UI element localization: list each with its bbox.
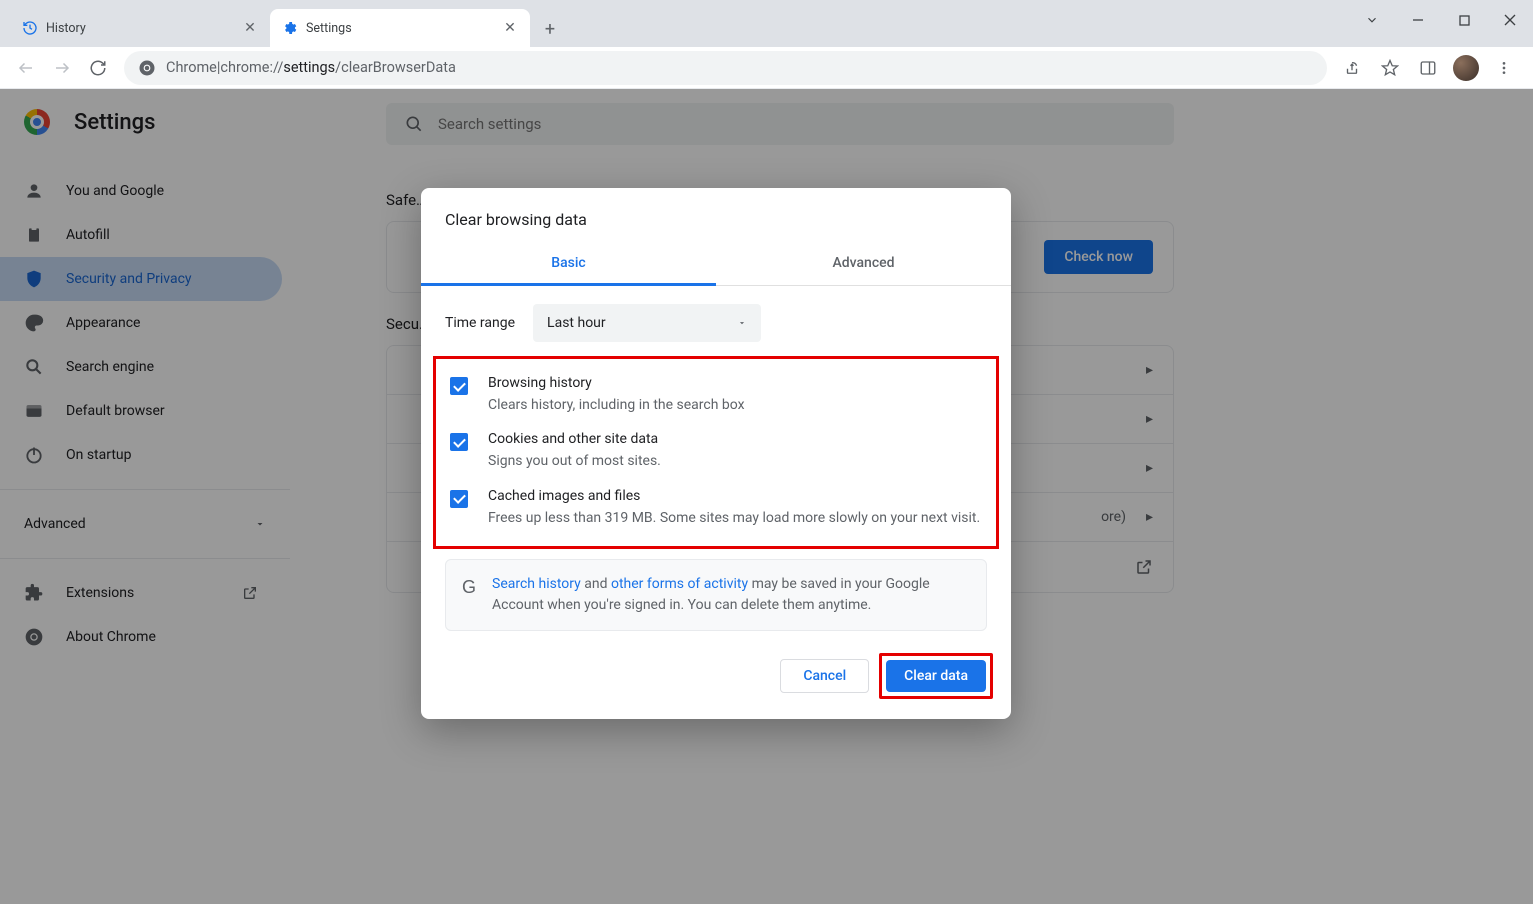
browser-titlebar: History ✕ Settings ✕ + bbox=[0, 0, 1533, 47]
gear-icon bbox=[282, 20, 298, 36]
dialog-tabs: Basic Advanced bbox=[421, 243, 1011, 286]
check-subtitle: Frees up less than 319 MB. Some sites ma… bbox=[488, 508, 980, 528]
minimize-button[interactable] bbox=[1395, 0, 1441, 40]
tab-history[interactable]: History ✕ bbox=[10, 9, 270, 47]
check-cached[interactable]: Cached images and files Frees up less th… bbox=[446, 480, 986, 536]
check-title: Browsing history bbox=[488, 375, 745, 391]
cancel-button[interactable]: Cancel bbox=[780, 659, 869, 693]
history-icon bbox=[22, 20, 38, 36]
time-range-value: Last hour bbox=[547, 315, 606, 331]
highlight-box-checks: Browsing history Clears history, includi… bbox=[433, 356, 999, 549]
check-cookies[interactable]: Cookies and other site data Signs you ou… bbox=[446, 423, 986, 479]
time-range-label: Time range bbox=[445, 315, 515, 331]
chrome-icon bbox=[138, 59, 156, 77]
close-icon[interactable]: ✕ bbox=[502, 20, 518, 36]
address-bar[interactable]: Chrome | chrome://settings/clearBrowserD… bbox=[124, 51, 1327, 85]
clear-browsing-data-dialog: Clear browsing data Basic Advanced Time … bbox=[421, 188, 1011, 719]
checkbox-checked-icon[interactable] bbox=[450, 433, 468, 451]
profile-avatar[interactable] bbox=[1449, 51, 1483, 85]
address-text: Chrome | chrome://settings/clearBrowserD… bbox=[166, 59, 456, 76]
check-subtitle: Signs you out of most sites. bbox=[488, 451, 661, 471]
time-range-select[interactable]: Last hour bbox=[533, 304, 761, 342]
tab-title: History bbox=[46, 21, 242, 36]
tab-settings[interactable]: Settings ✕ bbox=[270, 9, 530, 47]
new-tab-button[interactable]: + bbox=[536, 15, 564, 43]
check-browsing-history[interactable]: Browsing history Clears history, includi… bbox=[446, 367, 986, 423]
browser-toolbar: Chrome | chrome://settings/clearBrowserD… bbox=[0, 47, 1533, 89]
check-title: Cookies and other site data bbox=[488, 431, 661, 447]
tab-advanced[interactable]: Advanced bbox=[716, 243, 1011, 285]
checkbox-checked-icon[interactable] bbox=[450, 490, 468, 508]
clear-data-button[interactable]: Clear data bbox=[886, 660, 986, 692]
close-window-button[interactable] bbox=[1487, 0, 1533, 40]
google-account-info: G Search history and other forms of acti… bbox=[445, 559, 987, 631]
google-g-icon: G bbox=[462, 574, 476, 616]
close-icon[interactable]: ✕ bbox=[242, 20, 258, 36]
side-panel-icon[interactable] bbox=[1411, 51, 1445, 85]
back-button[interactable] bbox=[8, 50, 44, 86]
dialog-title: Clear browsing data bbox=[421, 188, 1011, 243]
reload-button[interactable] bbox=[80, 50, 116, 86]
share-icon[interactable] bbox=[1335, 51, 1369, 85]
tab-title: Settings bbox=[306, 21, 502, 36]
search-history-link[interactable]: Search history bbox=[492, 576, 581, 592]
chevron-down-icon bbox=[737, 318, 747, 328]
tab-search-icon[interactable] bbox=[1349, 0, 1395, 40]
highlight-box-clear: Clear data bbox=[879, 653, 993, 699]
bookmark-icon[interactable] bbox=[1373, 51, 1407, 85]
checkbox-checked-icon[interactable] bbox=[450, 377, 468, 395]
menu-icon[interactable] bbox=[1487, 51, 1521, 85]
other-activity-link[interactable]: other forms of activity bbox=[611, 576, 748, 592]
check-title: Cached images and files bbox=[488, 488, 980, 504]
check-subtitle: Clears history, including in the search … bbox=[488, 395, 745, 415]
maximize-button[interactable] bbox=[1441, 0, 1487, 40]
tab-basic[interactable]: Basic bbox=[421, 243, 716, 285]
forward-button[interactable] bbox=[44, 50, 80, 86]
window-controls bbox=[1349, 0, 1533, 40]
